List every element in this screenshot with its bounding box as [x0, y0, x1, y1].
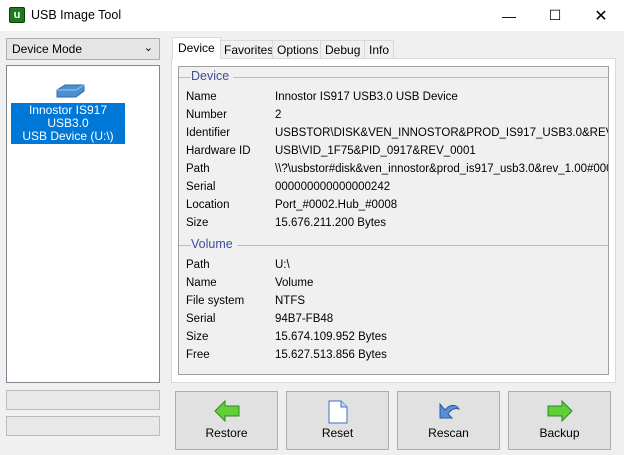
info-row-value: Volume [275, 277, 314, 289]
reset-label: Reset [321, 426, 354, 440]
volume-section-title: Volume [191, 237, 237, 251]
progress-bar [6, 416, 160, 436]
info-row-label: Hardware ID [186, 145, 251, 157]
info-row-label: Location [186, 199, 230, 211]
restore-label: Restore [205, 426, 248, 440]
info-row-value: 000000000000000242 [275, 181, 391, 193]
device-label: Innostor IS917 USB3.0 USB Device (U:\) [11, 103, 125, 144]
info-row-value: USB\VID_1F75&PID_0917&REV_0001 [275, 145, 476, 157]
arrow-left-icon [213, 400, 239, 422]
info-row-value: 2 [275, 109, 282, 121]
info-row-value: USBSTOR\DISK&VEN_INNOSTOR&PROD_IS917_USB… [275, 127, 609, 139]
tab-debug[interactable]: Debug [320, 40, 366, 59]
info-row-value: 94B7-FB48 [275, 313, 334, 325]
mode-select-value: Device Mode [12, 42, 83, 56]
device-tab-panel: Device Name Innostor IS917 USB3.0 USB Dev… [171, 58, 616, 383]
info-row-label: Size [186, 217, 209, 229]
info-row-value: NTFS [275, 295, 306, 307]
info-row-value: 15.676.211.200 Bytes [275, 217, 387, 229]
close-button[interactable]: ✕ [578, 0, 624, 31]
backup-label: Backup [539, 426, 580, 440]
tab-info[interactable]: Info [364, 40, 395, 59]
rescan-arrow-icon [439, 402, 460, 419]
minimize-button[interactable]: — [486, 0, 532, 31]
maximize-button[interactable]: ☐ [532, 0, 578, 31]
arrow-right-icon [547, 400, 573, 422]
device-section-title: Device [191, 69, 234, 83]
reset-button[interactable]: Reset [286, 391, 389, 450]
info-row-value: 15.627.513.856 Bytes [275, 349, 387, 361]
status-box-1 [6, 390, 160, 410]
document-icon [328, 400, 347, 424]
info-row-label: Name [186, 91, 217, 103]
device-label-line2: USB Device (U:\) [22, 129, 114, 143]
info-row-label: Identifier [186, 127, 231, 139]
title-bar: u USB Image Tool — ☐ ✕ [0, 0, 624, 31]
info-row-label: Path [186, 163, 210, 175]
info-row-label: Name [186, 277, 217, 289]
info-row-label: File system [186, 295, 245, 307]
tab-favorites[interactable]: Favorites [219, 40, 279, 59]
restore-button[interactable]: Restore [175, 391, 278, 450]
info-row-label: Serial [186, 313, 216, 325]
info-row-label: Number [186, 109, 227, 121]
info-row-label: Serial [186, 181, 216, 193]
rescan-button[interactable]: Rescan [397, 391, 500, 450]
info-row-value: U:\ [275, 259, 290, 271]
window-title: USB Image Tool [31, 8, 122, 22]
backup-button[interactable]: Backup [508, 391, 611, 450]
app-icon: u [9, 7, 25, 23]
info-row-label: Free [186, 349, 210, 361]
info-row-value: \\?\usbstor#disk&ven_innostor&prod_is917… [275, 163, 609, 175]
chevron-down-icon: ⌄ [143, 42, 153, 54]
device-list[interactable]: Innostor IS917 USB3.0 USB Device (U:\) [6, 65, 160, 383]
info-row-value: Port_#0002.Hub_#0008 [275, 199, 398, 211]
tab-device[interactable]: Device [172, 37, 221, 59]
info-row-label: Path [186, 259, 210, 271]
usb-drive-icon [56, 84, 85, 98]
rescan-label: Rescan [428, 426, 469, 440]
info-row-value: 15.674.109.952 Bytes [275, 331, 387, 343]
mode-select[interactable]: Device Mode ⌄ [6, 38, 160, 60]
info-row-value: Innostor IS917 USB3.0 USB Device [275, 91, 458, 103]
info-group: Device Name Innostor IS917 USB3.0 USB Dev… [178, 66, 609, 375]
tab-options[interactable]: Options [272, 40, 324, 59]
device-label-line1: Innostor IS917 USB3.0 [28, 103, 108, 130]
info-row-label: Size [186, 331, 209, 343]
